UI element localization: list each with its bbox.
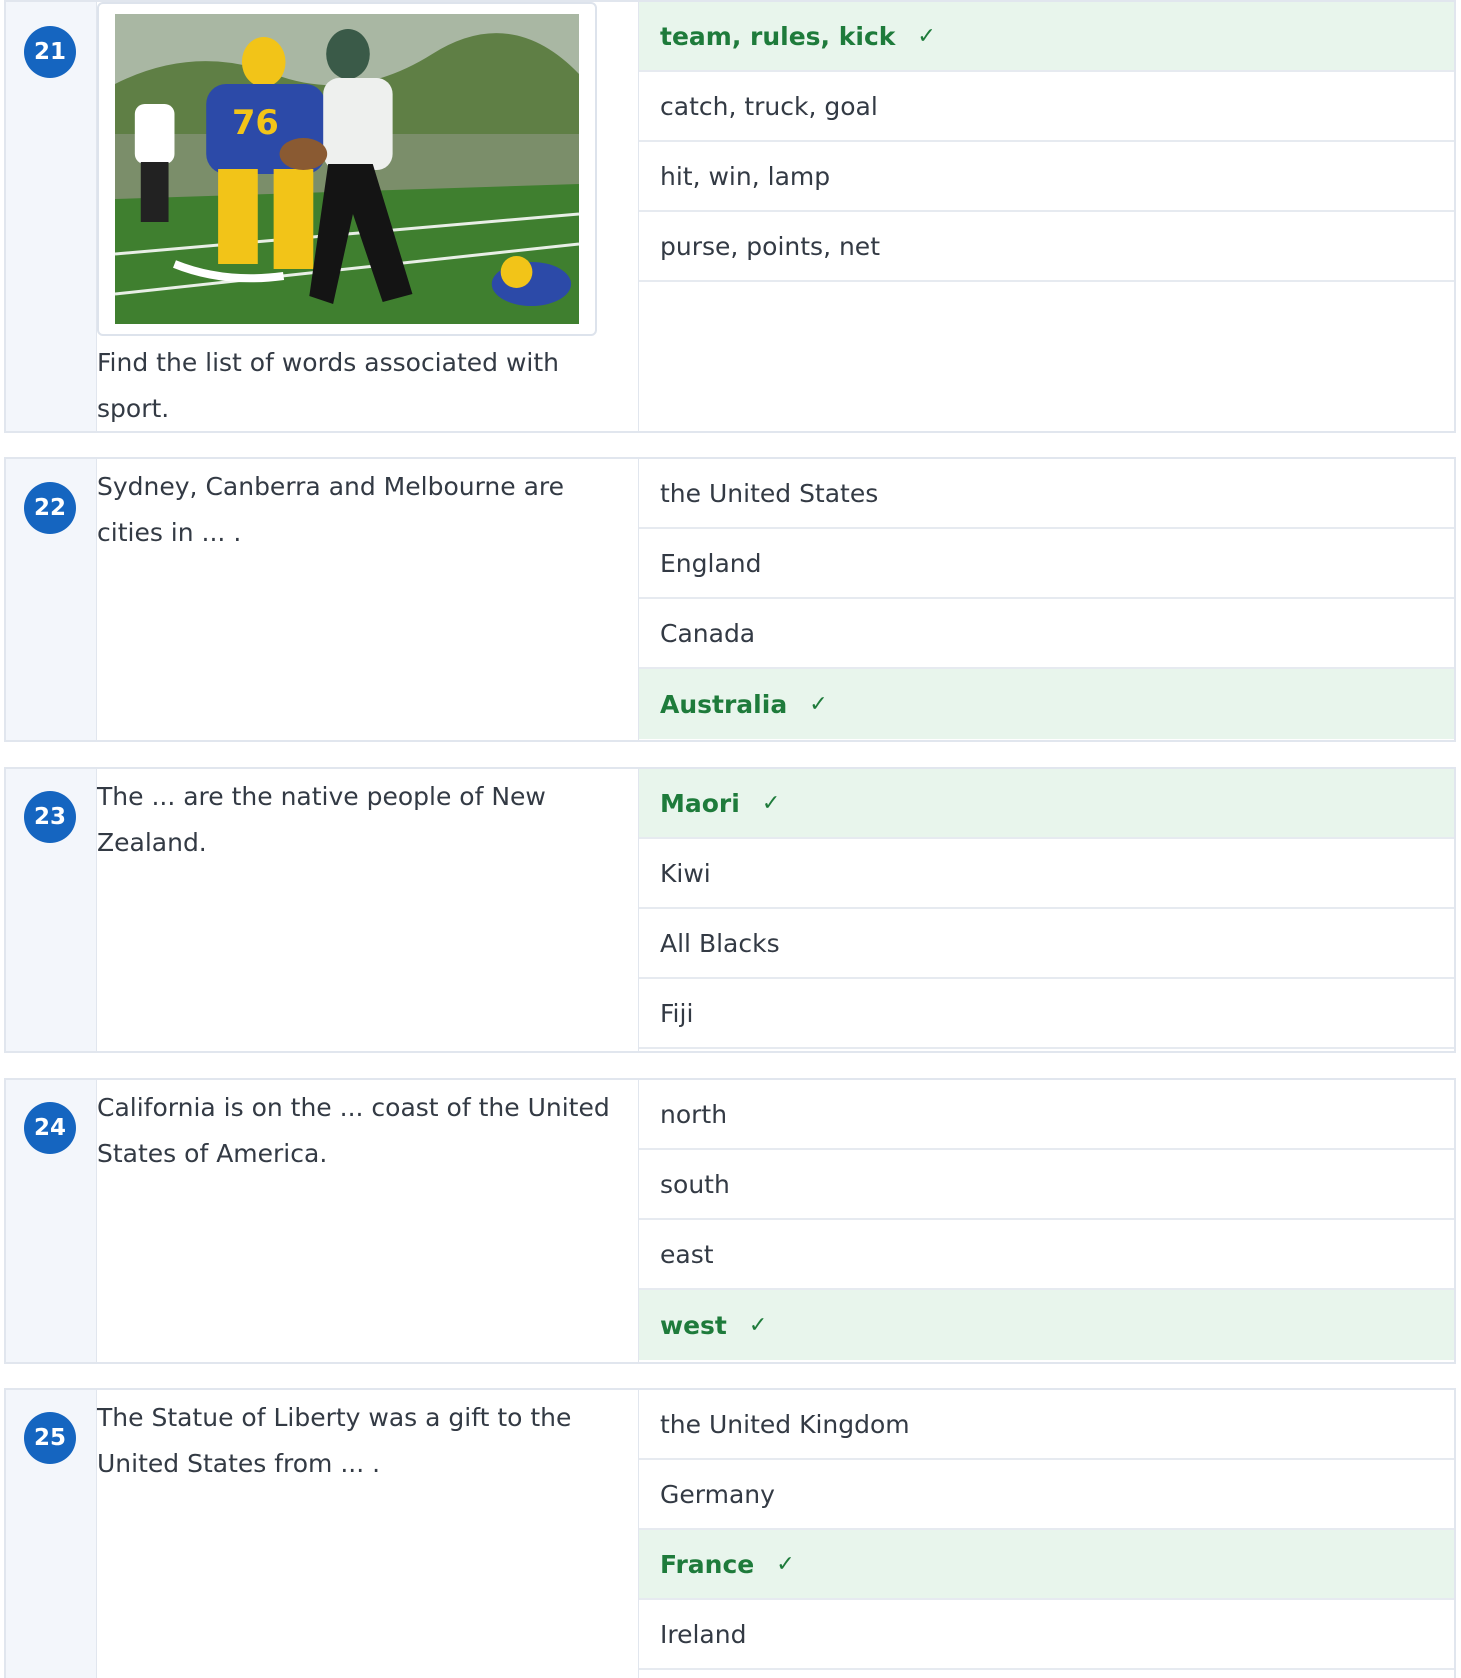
option-label: Kiwi <box>660 858 711 888</box>
check-icon: ✓ <box>776 1551 795 1577</box>
question-number-column: 25 <box>6 1390 97 1678</box>
option-label: Australia <box>660 689 788 719</box>
option-label: west <box>660 1310 727 1340</box>
question-number-badge: 21 <box>24 26 76 78</box>
option-label: Maori <box>660 788 740 818</box>
option-label: Ireland <box>660 1619 747 1649</box>
option-label: north <box>660 1099 728 1129</box>
question-number-column: 24 <box>6 1080 97 1362</box>
option-label: All Blacks <box>660 928 780 958</box>
question-text: California is on the ... coast of the Un… <box>97 1093 610 1168</box>
option-label: team, rules, kick <box>660 21 896 51</box>
answer-option[interactable]: hit, win, lamp <box>639 142 1454 212</box>
option-label: Fiji <box>660 998 694 1028</box>
question-prompt: Sydney, Canberra and Melbourne are citie… <box>97 459 639 740</box>
answer-option[interactable]: Canada <box>639 599 1454 669</box>
question-card-23: 23 The ... are the native people of New … <box>4 767 1456 1053</box>
option-label: France <box>660 1549 755 1579</box>
answer-option[interactable]: All Blacks <box>639 909 1454 979</box>
option-label: the United States <box>660 478 879 508</box>
answer-option[interactable]: Fiji <box>639 979 1454 1049</box>
answer-option-correct[interactable]: Australia ✓ <box>639 669 1454 739</box>
answer-option-correct[interactable]: Maori ✓ <box>639 769 1454 839</box>
option-label: Canada <box>660 618 756 648</box>
question-text: Find the list of words associated with s… <box>97 348 559 423</box>
answer-option[interactable]: north <box>639 1080 1454 1150</box>
answer-options: the United Kingdom Germany France ✓ Irela… <box>639 1390 1454 1678</box>
question-prompt: The ... are the native people of New Zea… <box>97 769 639 1051</box>
question-prompt: 76 Find the list of words associated wit… <box>97 2 639 431</box>
option-label: purse, points, net <box>660 231 880 261</box>
option-label: east <box>660 1239 714 1269</box>
answer-option[interactable]: the United Kingdom <box>639 1390 1454 1460</box>
answer-options: north south east west ✓ <box>639 1080 1454 1362</box>
answer-option[interactable]: east <box>639 1220 1454 1290</box>
answer-option-correct[interactable]: France ✓ <box>639 1530 1454 1600</box>
check-icon: ✓ <box>917 23 936 49</box>
question-card-21: 21 76 Find the list of words associated … <box>4 0 1456 433</box>
answer-option[interactable]: Kiwi <box>639 839 1454 909</box>
question-text: Sydney, Canberra and Melbourne are citie… <box>97 472 565 547</box>
answer-option[interactable]: catch, truck, goal <box>639 72 1454 142</box>
answer-option[interactable]: purse, points, net <box>639 212 1454 282</box>
option-label: south <box>660 1169 730 1199</box>
answer-options: Maori ✓ Kiwi All Blacks Fiji <box>639 769 1454 1051</box>
football-players-photo: 76 <box>97 2 597 336</box>
question-number-badge: 25 <box>24 1412 76 1464</box>
option-label: the United Kingdom <box>660 1409 910 1439</box>
question-prompt: California is on the ... coast of the Un… <box>97 1080 639 1362</box>
question-prompt: The Statue of Liberty was a gift to the … <box>97 1390 639 1678</box>
question-number-badge: 24 <box>24 1102 76 1154</box>
answer-options: the United States England Canada Austral… <box>639 459 1454 740</box>
option-label: Germany <box>660 1479 775 1509</box>
check-icon: ✓ <box>809 691 828 717</box>
question-number-column: 22 <box>6 459 97 740</box>
answer-option-correct[interactable]: team, rules, kick ✓ <box>639 2 1454 72</box>
answer-options: team, rules, kick ✓ catch, truck, goal hi… <box>639 2 1454 431</box>
football-photo-graphic: 76 <box>115 14 579 324</box>
answer-option[interactable]: the United States <box>639 459 1454 529</box>
answer-option[interactable]: Germany <box>639 1460 1454 1530</box>
check-icon: ✓ <box>761 790 781 816</box>
answer-option[interactable]: Ireland <box>639 1600 1454 1670</box>
question-number-column: 23 <box>6 769 97 1051</box>
question-number-column: 21 <box>6 2 97 431</box>
question-number-badge: 22 <box>24 482 76 534</box>
answer-option[interactable]: England <box>639 529 1454 599</box>
answer-option[interactable]: south <box>639 1150 1454 1220</box>
question-text: The ... are the native people of New Zea… <box>97 782 546 857</box>
question-card-24: 24 California is on the ... coast of the… <box>4 1078 1456 1364</box>
option-label: hit, win, lamp <box>660 161 831 191</box>
svg-text:76: 76 <box>232 103 279 142</box>
question-text: The Statue of Liberty was a gift to the … <box>97 1403 572 1478</box>
question-card-22: 22 Sydney, Canberra and Melbourne are ci… <box>4 457 1456 742</box>
question-card-25: 25 The Statue of Liberty was a gift to t… <box>4 1388 1456 1678</box>
question-number-badge: 23 <box>24 791 76 843</box>
option-label: England <box>660 548 762 578</box>
answer-option-correct[interactable]: west ✓ <box>639 1290 1454 1360</box>
option-label: catch, truck, goal <box>660 91 878 121</box>
check-icon: ✓ <box>748 1312 768 1338</box>
